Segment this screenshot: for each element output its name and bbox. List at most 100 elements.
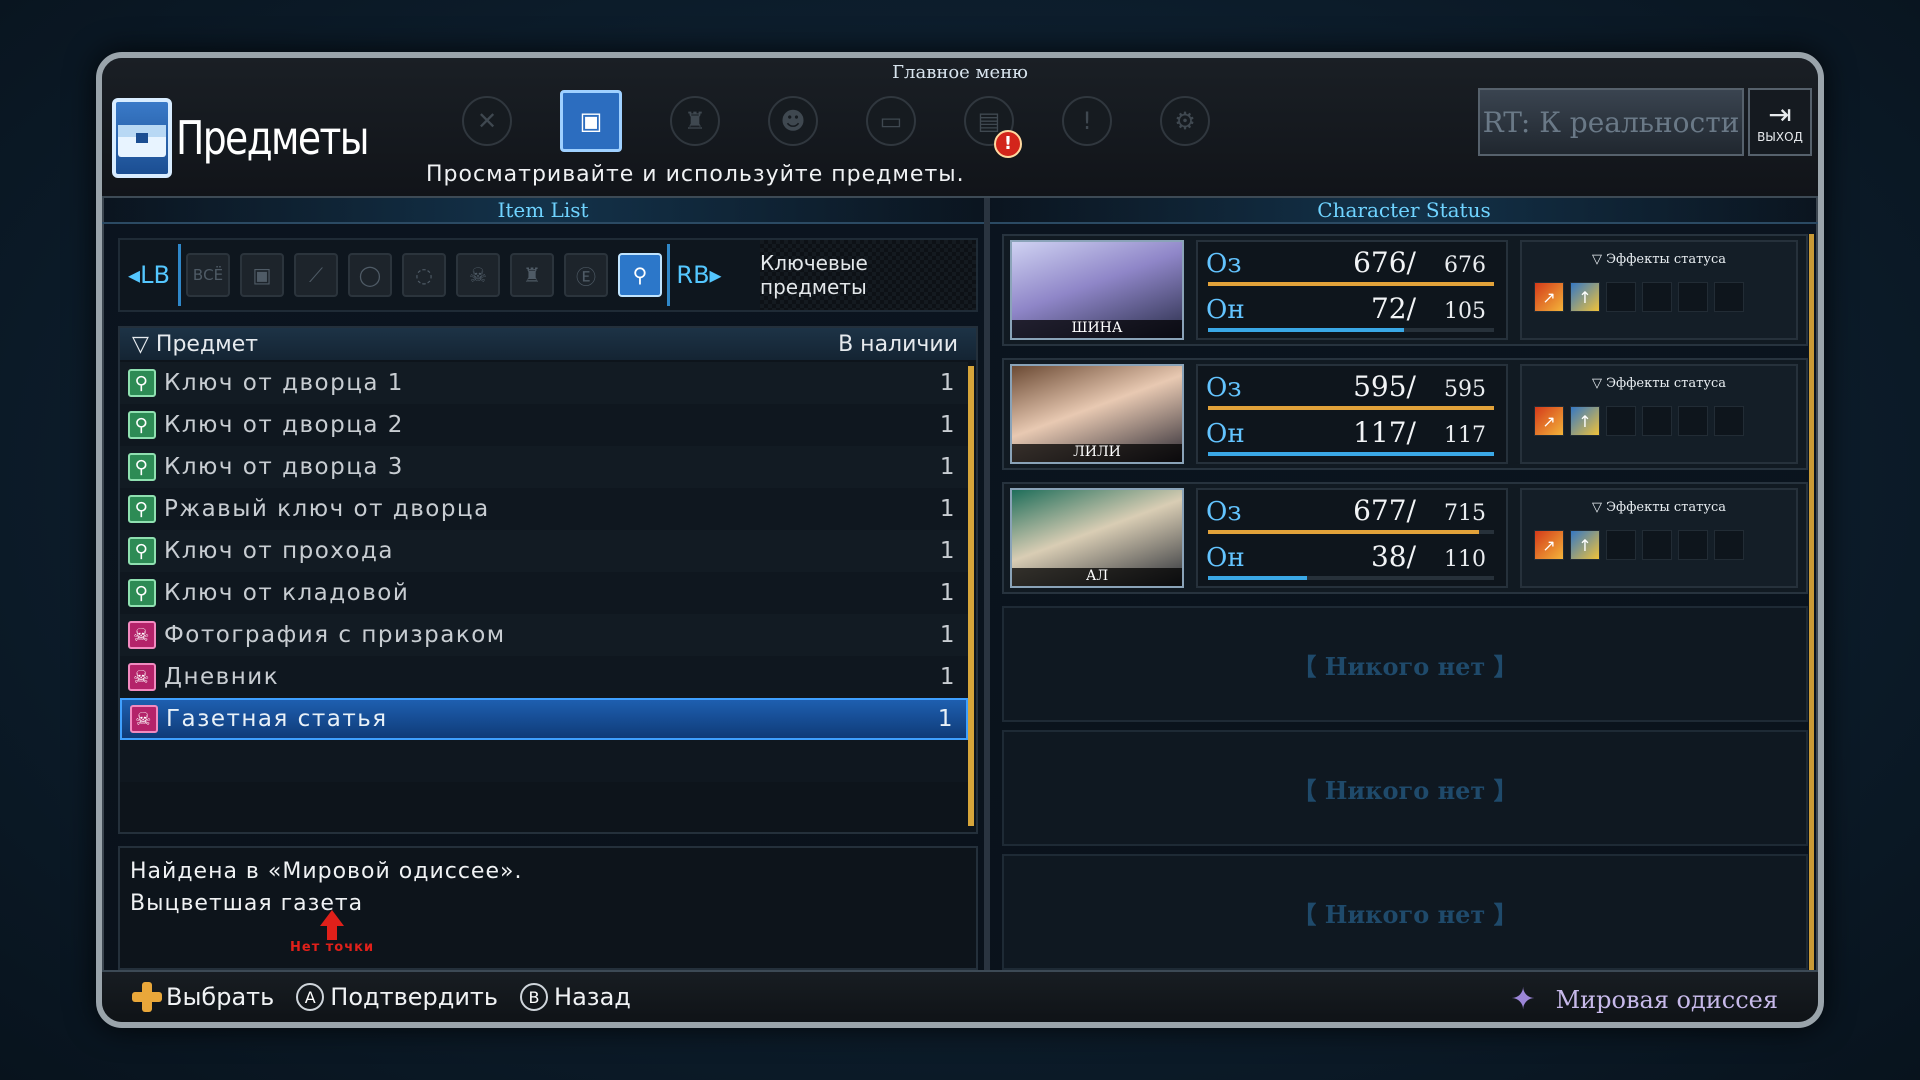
item-name: Дневник xyxy=(164,664,280,690)
item-name: Ключ от дворца 3 xyxy=(164,454,404,480)
hp-bar-fill xyxy=(1208,530,1479,534)
exit-button[interactable]: ⇥ ВЫХОД xyxy=(1748,88,1812,156)
empty-party-slot: 【 Никого нет 】 xyxy=(1002,606,1808,722)
menu-frame: Главное меню Предметы ✕ ▣ ♜ ☻ ▭ ▤! ! ⚙ П… xyxy=(96,52,1824,1028)
status-scrollbar[interactable] xyxy=(1809,234,1814,978)
mp-bar-fill xyxy=(1208,452,1494,456)
hp-label: Оз xyxy=(1206,373,1242,403)
list-item[interactable]: ⚲ Ключ от дворца 1 1 xyxy=(120,362,968,404)
info-icon[interactable]: ! xyxy=(1062,96,1112,146)
sword-icon: ⟋ xyxy=(309,263,323,287)
list-item[interactable]: ⚲ Ключ от кладовой 1 xyxy=(120,572,968,614)
mp-line: Он 117/117 xyxy=(1206,416,1496,449)
mp-max: 110 xyxy=(1444,547,1486,572)
chest-icon xyxy=(112,98,172,178)
empty-effect-slot xyxy=(1714,406,1744,436)
lb-button[interactable]: ◂LB xyxy=(120,261,178,289)
tab-weapons[interactable]: ⟋ xyxy=(294,253,338,297)
mp-label: Он xyxy=(1206,543,1245,573)
item-qty: 1 xyxy=(939,538,957,564)
empty-effect-slot xyxy=(1678,406,1708,436)
attack-up-icon: ↗ xyxy=(1534,530,1564,560)
tab-key-items[interactable]: ⚲ xyxy=(618,253,662,297)
mp-line: Он 72/105 xyxy=(1206,292,1496,325)
mp-current: 38/ xyxy=(1370,540,1416,573)
chest-tab-icon: ▣ xyxy=(252,263,272,287)
a-button-icon: A xyxy=(296,983,325,1011)
page-title: Предметы xyxy=(112,94,382,182)
tab-skulls[interactable]: ☠ xyxy=(456,253,500,297)
to-reality-button[interactable]: RT: К реальности xyxy=(1478,88,1744,156)
item-name: Ключ от дворца 1 xyxy=(164,370,404,396)
list-item[interactable]: ☠ Фотография с призраком 1 xyxy=(120,614,968,656)
list-item[interactable]: ☠ Дневник 1 xyxy=(120,656,968,698)
empty-effect-slot xyxy=(1678,282,1708,312)
alert-icon: ! xyxy=(994,130,1022,158)
character-card[interactable]: АЛ Оз 677/715 Он 38/110 ▽ Эффекты статуса … xyxy=(1002,482,1808,594)
defense-up-icon: ↑ xyxy=(1570,282,1600,312)
tab-rings[interactable]: ◯ xyxy=(348,253,392,297)
character-stats: Оз 595/595 Он 117/117 xyxy=(1196,364,1508,464)
tab-consumables[interactable]: ▣ xyxy=(240,253,284,297)
mp-label: Он xyxy=(1206,419,1245,449)
party-icon[interactable]: ☻ xyxy=(768,96,818,146)
tab-armor[interactable]: ♜ xyxy=(510,253,554,297)
hp-current: 595/ xyxy=(1353,370,1416,403)
col-item-header: ▽ Предмет xyxy=(132,331,259,357)
hp-max: 595 xyxy=(1444,377,1486,402)
effect-slots: ↗ ↑ xyxy=(1534,406,1744,436)
category-tabs: ◂LB ВСЁ ▣ ⟋ ◯ ◌ ☠ ♜ Ⓔ ⚲ RB▸ Ключевые пре… xyxy=(118,238,978,312)
key-icon: ⚲ xyxy=(128,579,156,607)
exit-label: ВЫХОД xyxy=(1757,130,1803,144)
item-qty: 1 xyxy=(939,664,957,690)
character-portrait: ШИНА xyxy=(1010,240,1184,340)
list-scrollbar[interactable] xyxy=(968,366,974,826)
empty-effect-slot xyxy=(1606,530,1636,560)
col-qty-header: В наличии xyxy=(838,331,958,357)
world-indicator: ✦ Мировая одиссея xyxy=(1510,982,1778,1017)
tab-accessories[interactable]: ◌ xyxy=(402,253,446,297)
list-item[interactable]: ⚲ Ключ от дворца 2 1 xyxy=(120,404,968,446)
back-hint: B Назад xyxy=(520,983,631,1011)
rb-button[interactable]: RB▸ xyxy=(670,261,728,289)
character-card[interactable]: ШИНА Оз 676/676 Он 72/105 ▽ Эффекты статус… xyxy=(1002,234,1808,346)
mp-bar xyxy=(1208,576,1494,580)
status-effects-title: ▽ Эффекты статуса xyxy=(1591,500,1726,515)
character-card[interactable]: ЛИЛИ Оз 595/595 Он 117/117 ▽ Эффекты стату… xyxy=(1002,358,1808,470)
hp-line: Оз 677/715 xyxy=(1206,494,1496,527)
skills-icon[interactable]: ✕ xyxy=(462,96,512,146)
list-item-selected[interactable]: ☠ Газетная статья 1 xyxy=(120,698,968,740)
items-icon[interactable]: ▣ xyxy=(560,90,622,152)
equipment-icon[interactable]: ♜ xyxy=(670,96,720,146)
top-bar: Главное меню Предметы ✕ ▣ ♜ ☻ ▭ ▤! ! ⚙ П… xyxy=(102,58,1818,198)
character-status-panel: Character Status ШИНА Оз 676/676 Он 72/105… xyxy=(990,198,1818,982)
shirt-icon: ♜ xyxy=(523,263,541,287)
hp-bar xyxy=(1208,530,1494,534)
defense-up-icon: ↑ xyxy=(1570,530,1600,560)
category-label: Ключевые предметы xyxy=(760,240,976,310)
page-subtitle: Просматривайте и используйте предметы. xyxy=(426,162,965,187)
mp-line: Он 38/110 xyxy=(1206,540,1496,573)
dpad-icon xyxy=(132,982,162,1012)
list-item[interactable]: ⚲ Ключ от прохода 1 xyxy=(120,530,968,572)
list-item[interactable]: ⚲ Ключ от дворца 3 1 xyxy=(120,446,968,488)
item-qty: 1 xyxy=(937,706,955,732)
list-item[interactable]: ⚲ Ржавый ключ от дворца 1 xyxy=(120,488,968,530)
settings-icon[interactable]: ⚙ xyxy=(1160,96,1210,146)
spiral-icon: ◌ xyxy=(415,263,433,287)
tab-all-label: ВСЁ xyxy=(192,266,224,284)
attack-up-icon: ↗ xyxy=(1534,406,1564,436)
hp-current: 676/ xyxy=(1353,246,1416,279)
key-tab-icon: ⚲ xyxy=(632,263,648,287)
system-icon[interactable]: ▭ xyxy=(866,96,916,146)
book-icon[interactable]: ▤! xyxy=(964,96,1022,158)
hp-label: Оз xyxy=(1206,497,1242,527)
tab-e[interactable]: Ⓔ xyxy=(564,253,608,297)
tab-all[interactable]: ВСЁ xyxy=(186,253,230,297)
item-qty: 1 xyxy=(939,622,957,648)
character-name: АЛ xyxy=(1012,568,1182,586)
hp-bar xyxy=(1208,406,1494,410)
item-list-panel: Item List ◂LB ВСЁ ▣ ⟋ ◯ ◌ ☠ ♜ Ⓔ ⚲ RB▸ Кл… xyxy=(102,198,984,982)
empty-row xyxy=(120,740,968,782)
item-name: Ключ от прохода xyxy=(164,538,394,564)
